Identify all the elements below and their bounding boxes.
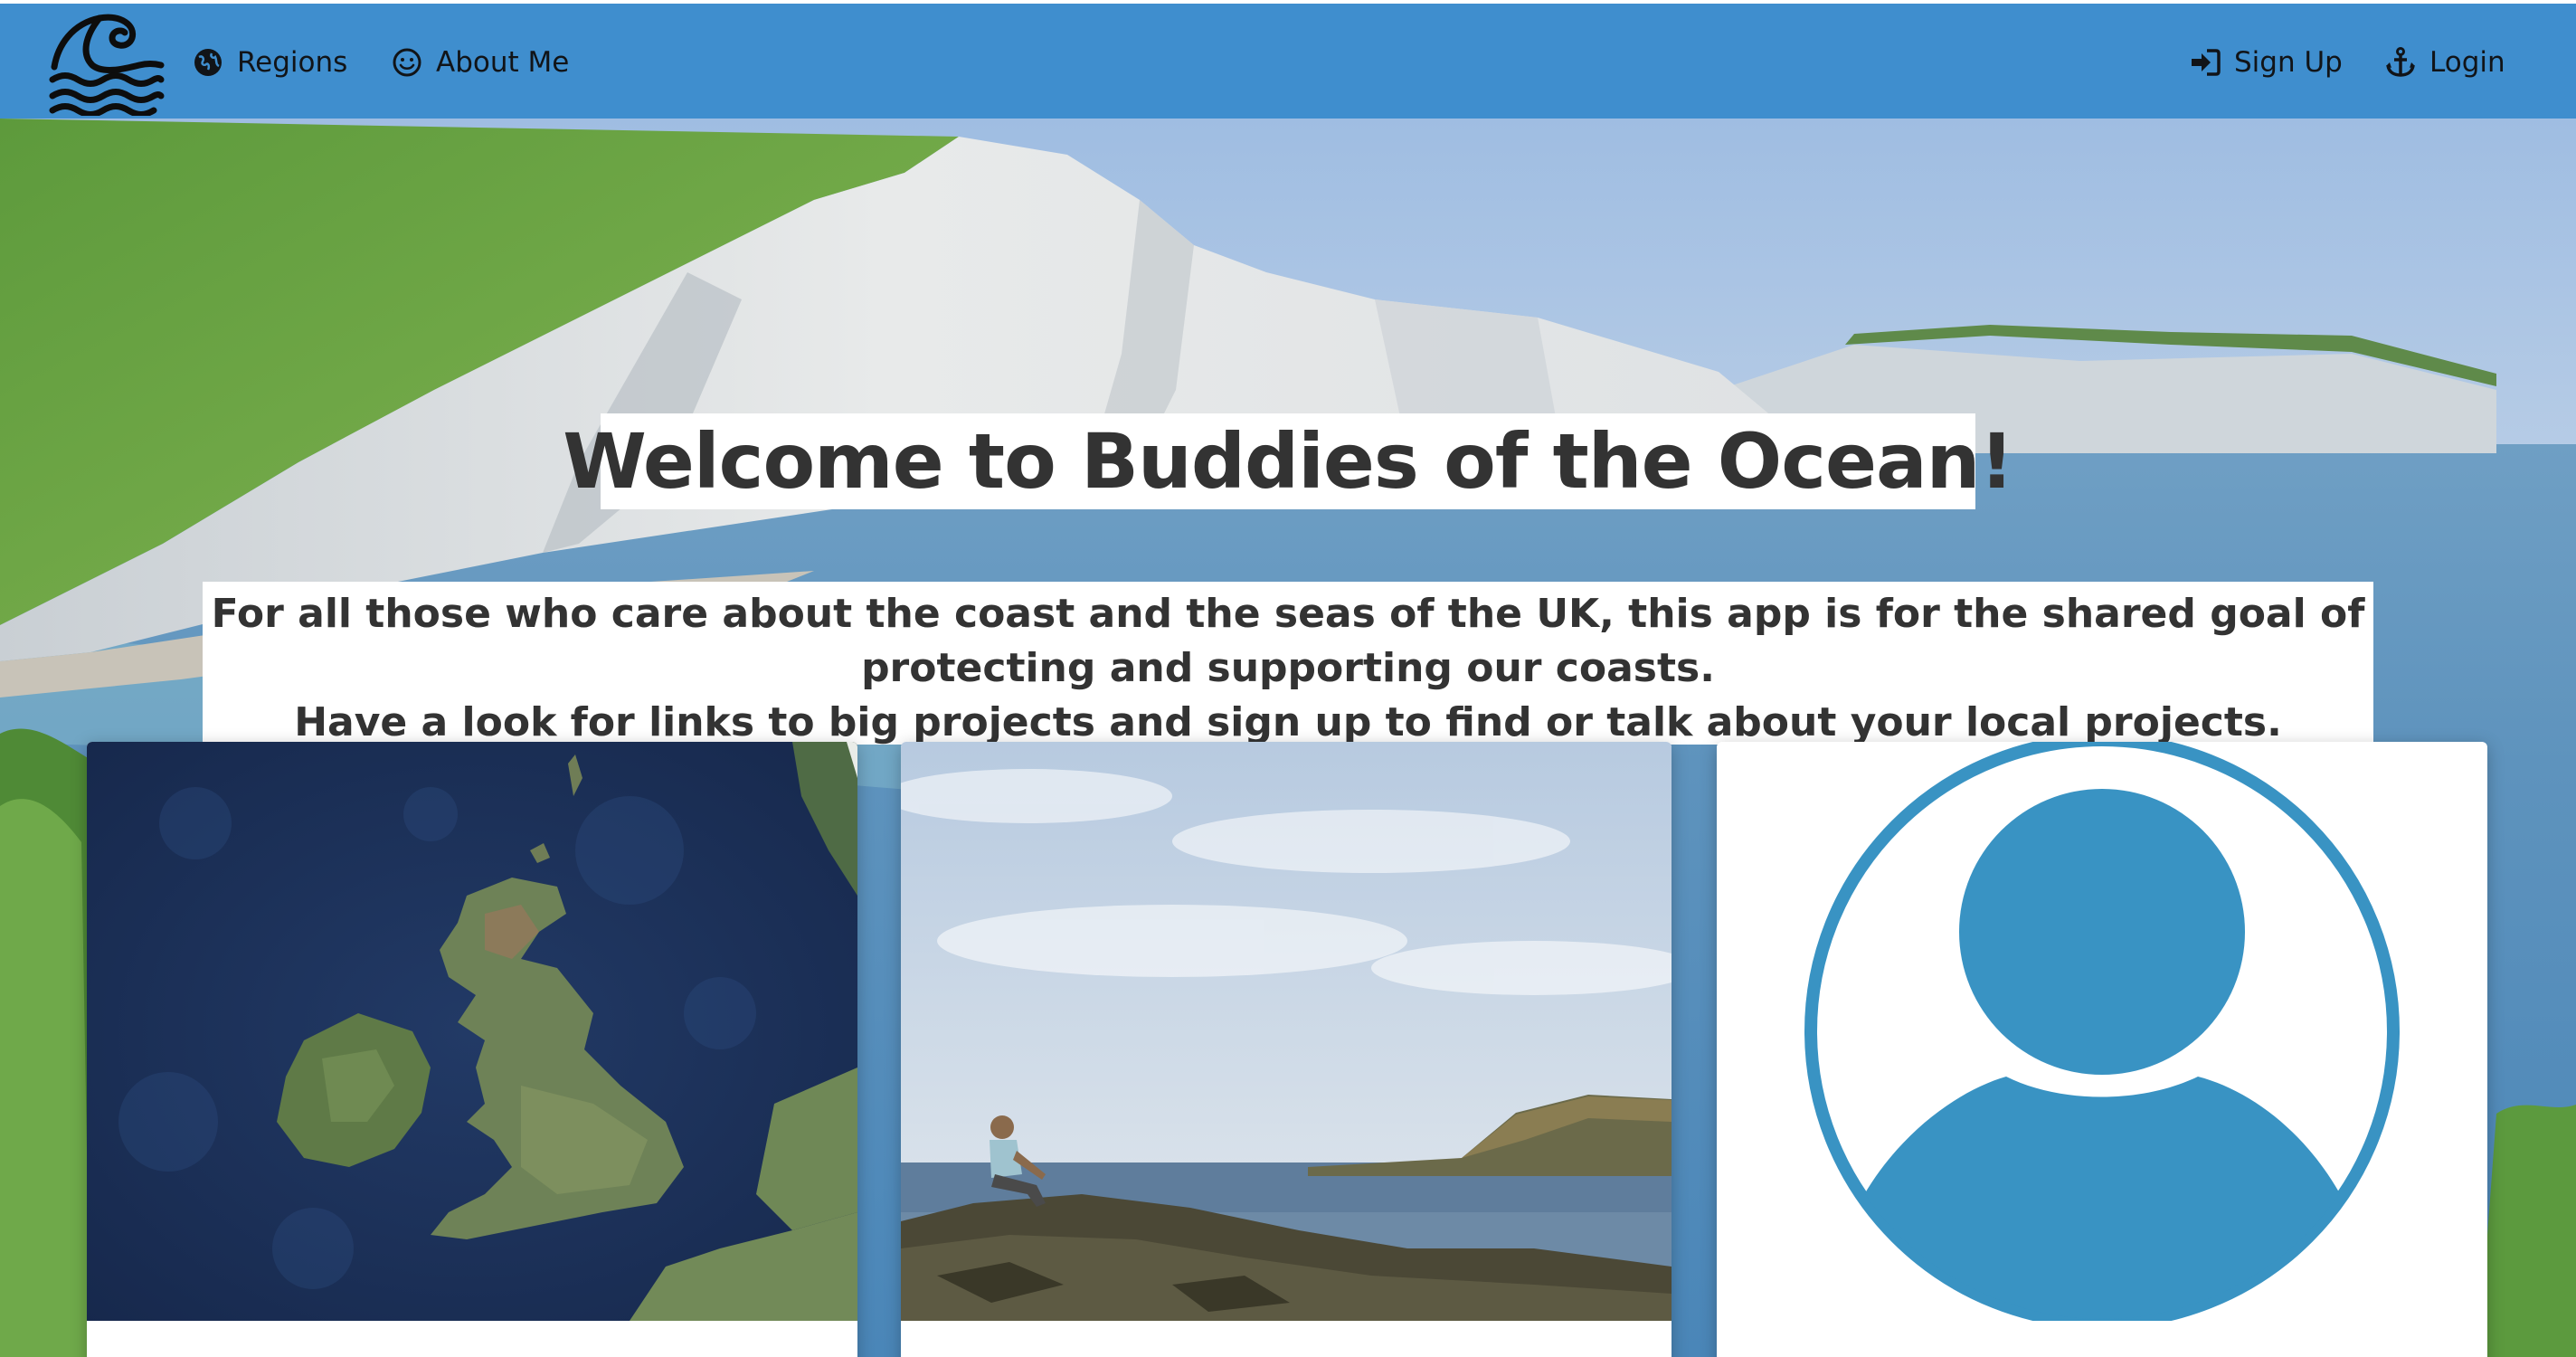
navbar: Regions About Me Sign Up Login: [0, 0, 2576, 119]
nav-regions-label: Regions: [237, 46, 348, 79]
regions-card-body: [87, 1321, 857, 1357]
hero-title-box: Welcome to Buddies of the Ocean!: [563, 413, 2014, 509]
nav-login-label: Login: [2429, 46, 2505, 79]
smile-icon: [391, 46, 423, 79]
nav-about-me-label: About Me: [436, 46, 570, 79]
sign-up-card[interactable]: [1717, 742, 2487, 1357]
sign-up-card-body: [1717, 1321, 2487, 1357]
person-on-coast-photo: [901, 742, 1672, 1321]
uk-satellite-map-image: [87, 742, 857, 1321]
hero-title: Welcome to Buddies of the Ocean!: [563, 417, 2013, 506]
anchor-icon: [2384, 46, 2417, 79]
user-avatar-icon: [1804, 742, 2400, 1321]
nav-sign-up-label: Sign Up: [2234, 46, 2343, 79]
nav-login-link[interactable]: Login: [2384, 40, 2505, 85]
sign-in-icon: [2189, 46, 2221, 79]
nav-sign-up-link[interactable]: Sign Up: [2189, 40, 2343, 85]
wave-logo-icon[interactable]: [49, 9, 165, 118]
page: Regions About Me Sign Up Login Welcome t…: [0, 0, 2576, 1357]
hero-intro-line-1: For all those who care about the coast a…: [211, 591, 2365, 691]
regions-card[interactable]: [87, 742, 857, 1357]
user-avatar-image: [1717, 742, 2487, 1321]
about-me-card-body: [901, 1321, 1672, 1357]
about-me-card[interactable]: [901, 742, 1672, 1357]
nav-about-me-link[interactable]: About Me: [391, 40, 569, 85]
nav-regions-link[interactable]: Regions: [192, 40, 347, 85]
globe-icon: [192, 46, 224, 79]
hero-intro-box: For all those who care about the coast a…: [203, 582, 2373, 745]
